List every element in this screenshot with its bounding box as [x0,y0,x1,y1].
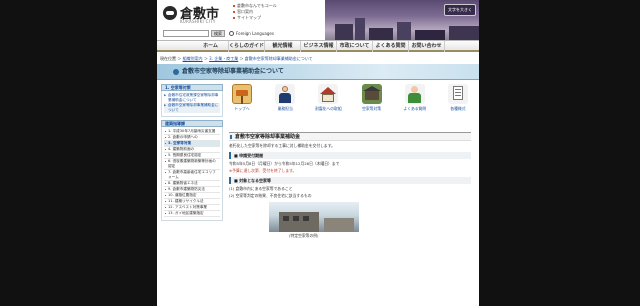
period-note: ※予算に達し次第、受付を終了します。 [229,168,297,173]
nav-home[interactable]: ホーム [193,41,229,52]
nav-faq[interactable]: よくある質問 [373,41,409,52]
foreign-languages-link[interactable]: Foreign Languages [236,30,274,37]
breadcrumb-org[interactable]: 組織別案内 [183,56,203,61]
title-band: 倉敷市空家等除却事業補助金について [157,64,479,80]
icon-label: 業務担当 [277,106,293,111]
breadcrumb-sep: ＞ [177,56,182,61]
sidebar: 1. 空家等対策 倉敷市住宅政策課空家等除却事業補助金について 倉敷市空家等除却… [161,84,223,221]
global-nav: ホーム くらしのガイド 観光情報 ビジネス情報 市政について よくある質問 お問… [157,40,479,52]
breadcrumb-current: 倉敷市空家等除却事業補助金について [244,56,313,61]
logo-subtitle: KURASHIKI CITY [180,19,216,24]
forms-icon [447,84,468,104]
period-text: 令和5年5月8日（月曜日）から令和5年12月28日（木曜日）まで [229,161,340,166]
sidebar-section-title[interactable]: 1. 空家等対策 [161,84,223,91]
category-item[interactable]: 6. 低炭素建築物新築等計画の認定 [164,159,220,170]
criteria-2: (2) 空家等判定の結果、不良住宅に該当するもの [229,193,312,198]
icon-menu-forms[interactable]: 各種様式 [445,84,471,128]
icon-menu-vacant[interactable]: 空家等対策 [359,84,385,128]
icon-label: トップへ [234,106,250,111]
sidebar-section-list: 倉敷市住宅政策課空家等除却事業補助金について 倉敷市空家等除却事業補助金について [161,91,223,117]
site-logo[interactable]: 倉敷市 KURASHIKI CITY [163,3,227,25]
globe-icon [229,31,234,36]
header-link-sitemap[interactable]: サイトマップ [233,15,313,21]
search-input[interactable] [163,30,209,37]
icon-menu-quake[interactable]: 耐震化への取組 [315,84,342,128]
breadcrumb: 現在位置 ＞ 組織別案内 ＞ 3. 企業・商工業 ＞ 倉敷市空家等除却事業補助金… [160,56,313,62]
title-bullet-icon [173,69,179,75]
sidebar-item-current[interactable]: 倉敷市空家等除却事業補助金について [164,103,220,113]
icon-label: 耐震化への取組 [315,106,342,111]
subheading-target: ■ 対象となる空家等 [229,177,471,184]
nav-business[interactable]: ビジネス情報 [301,41,337,52]
breadcrumb-sep: ＞ [239,56,244,61]
house-icon [318,84,339,104]
icon-menu-staff[interactable]: 業務担当 [272,84,298,128]
section-heading: 倉敷市空家等除却事業補助金 [229,132,471,141]
search-button[interactable]: 検索 [211,30,225,37]
nav-living-guide[interactable]: くらしのガイド [229,41,265,52]
example-photo [269,202,359,232]
sidebar-category-list: 1. 平成30年7月豪雨災害支援 2. 倉敷の申請への 3. 空家等対策 4. … [161,127,223,221]
category-item[interactable]: 13. ガイ地区建築指定 [164,211,220,217]
photo-caption: (特定空家等の例) [289,233,319,238]
header-photo: 文字を大きく [325,0,479,40]
search-bar: 検索 Foreign Languages [163,30,313,38]
faq-icon [404,84,425,104]
sidebar-category-title[interactable]: 建築指導課 [161,120,223,127]
page-title: 倉敷市空家等除却事業補助金について [182,68,284,75]
criteria-1: (1) 倉敷市内にある空家等であること [229,186,293,191]
nav-tourism[interactable]: 観光情報 [265,41,301,52]
icon-menu-top[interactable]: トップへ [229,84,255,128]
site-header: 倉敷市 KURASHIKI CITY 倉敷市なんでもコール 窓口案内 サイトマッ… [157,0,479,40]
vacant-house-icon [361,84,382,104]
nav-contact[interactable]: お問い合わせ [409,41,445,52]
icon-menu: トップへ 業務担当 耐震化への取組 空家等対策 よくある質問 各種様式 [229,84,471,128]
main-content: トップへ 業務担当 耐震化への取組 空家等対策 よくある質問 各種様式 倉敷市空… [229,84,471,239]
subheading-period: ■ 申請受付期間 [229,152,471,159]
breadcrumb-category[interactable]: 3. 企業・商工業 [209,56,238,61]
breadcrumb-sep: ＞ [203,56,208,61]
nav-city-govt[interactable]: 市政について [337,41,373,52]
icon-label: 空家等対策 [362,106,382,111]
page: 倉敷市 KURASHIKI CITY 倉敷市なんでもコール 窓口案内 サイトマッ… [157,0,479,306]
font-size-button[interactable]: 文字を大きく [444,4,476,16]
sidebar-item[interactable]: 倉敷市住宅政策課空家等除却事業補助金について [164,93,220,103]
icon-label: 各種様式 [450,106,466,111]
top-sign-icon [232,84,252,104]
breadcrumb-label: 現在位置 [160,56,176,61]
category-item[interactable]: 7. 倉敷市高齢者住宅エコリフォーム [164,170,220,181]
header-links: 倉敷市なんでもコール 窓口案内 サイトマップ [233,3,313,21]
icon-menu-faq[interactable]: よくある質問 [402,84,428,128]
staff-icon [275,84,296,104]
icon-label: よくある質問 [403,106,427,111]
city-emblem-icon [163,6,177,20]
intro-text: 老朽化した空家等を除却する工事に対し補助金を交付します。 [229,143,335,148]
